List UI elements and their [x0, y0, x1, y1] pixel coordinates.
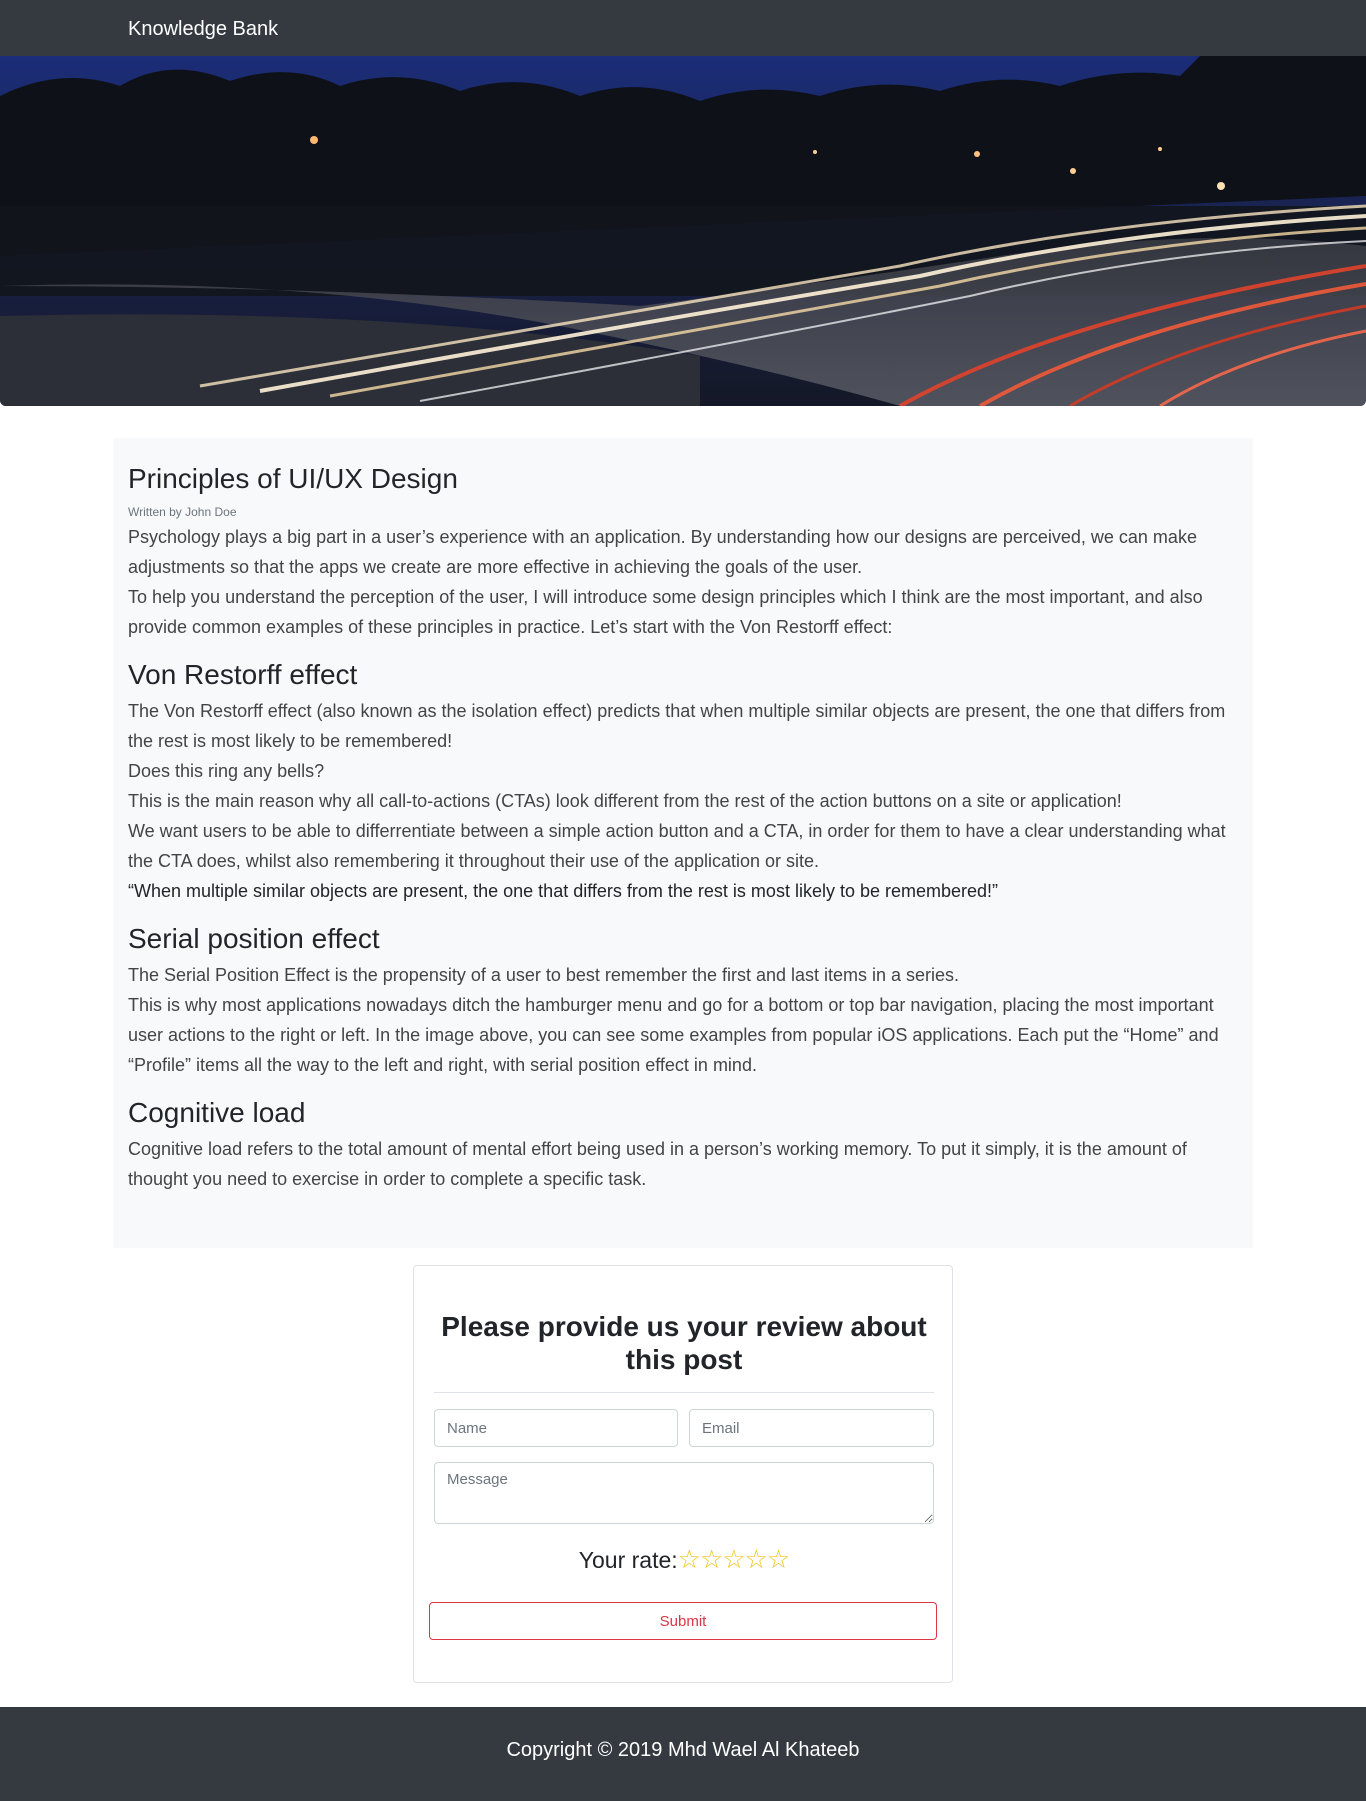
article-title: Principles of UI/UX Design — [128, 463, 458, 494]
name-input[interactable] — [434, 1409, 678, 1447]
intro-paragraph: To help you understand the perception of… — [128, 587, 1203, 637]
copyright-text: Copyright © 2019 Mhd Wael Al Khateeb — [506, 1739, 860, 1761]
submit-button[interactable]: Submit — [429, 1602, 937, 1640]
section-heading-cognitive-load: Cognitive load — [128, 1097, 306, 1128]
star-icon[interactable]: ☆ — [722, 1545, 745, 1573]
section-paragraph: The Von Restorff effect (also known as t… — [128, 701, 1226, 751]
section-paragraph: Cognitive load refers to the total amoun… — [128, 1139, 1187, 1189]
divider — [434, 1392, 934, 1393]
star-rating: ☆☆☆☆☆ — [678, 1545, 791, 1575]
email-input[interactable] — [689, 1409, 934, 1447]
footer: Copyright © 2019 Mhd Wael Al Khateeb — [0, 1707, 1366, 1801]
article: Principles of UI/UX Design Written by Jo… — [113, 438, 1253, 1248]
rate-label: Your rate: — [578, 1547, 678, 1573]
section-paragraph: We want users to be able to differrentia… — [128, 821, 1226, 871]
star-icon[interactable]: ☆ — [767, 1545, 790, 1573]
message-textarea[interactable] — [434, 1462, 934, 1524]
section-heading-von-restorff: Von Restorff effect — [128, 659, 358, 690]
section-heading-serial-position: Serial position effect — [128, 923, 380, 954]
section-paragraph: This is the main reason why all call-to-… — [128, 791, 1122, 811]
brand-link[interactable]: Knowledge Bank — [128, 17, 278, 41]
star-icon[interactable]: ☆ — [745, 1545, 768, 1573]
section-paragraph: The Serial Position Effect is the propen… — [128, 965, 960, 985]
review-form-card: Please provide us your review about this… — [413, 1265, 953, 1683]
section-paragraph: This is why most applications nowadays d… — [128, 995, 1219, 1075]
rating-row: Your rate:☆☆☆☆☆ — [414, 1545, 954, 1575]
hero-image — [0, 56, 1366, 406]
star-icon[interactable]: ☆ — [678, 1545, 701, 1573]
review-title: Please provide us your review about this… — [441, 1311, 927, 1375]
intro-paragraph: Psychology plays a big part in a user’s … — [128, 527, 1197, 577]
star-icon[interactable]: ☆ — [700, 1545, 723, 1573]
article-byline: Written by John Doe — [128, 505, 237, 519]
navbar: Knowledge Bank — [0, 0, 1366, 56]
section-paragraph: Does this ring any bells? — [128, 761, 325, 781]
section-quote: “When multiple similar objects are prese… — [128, 881, 999, 901]
